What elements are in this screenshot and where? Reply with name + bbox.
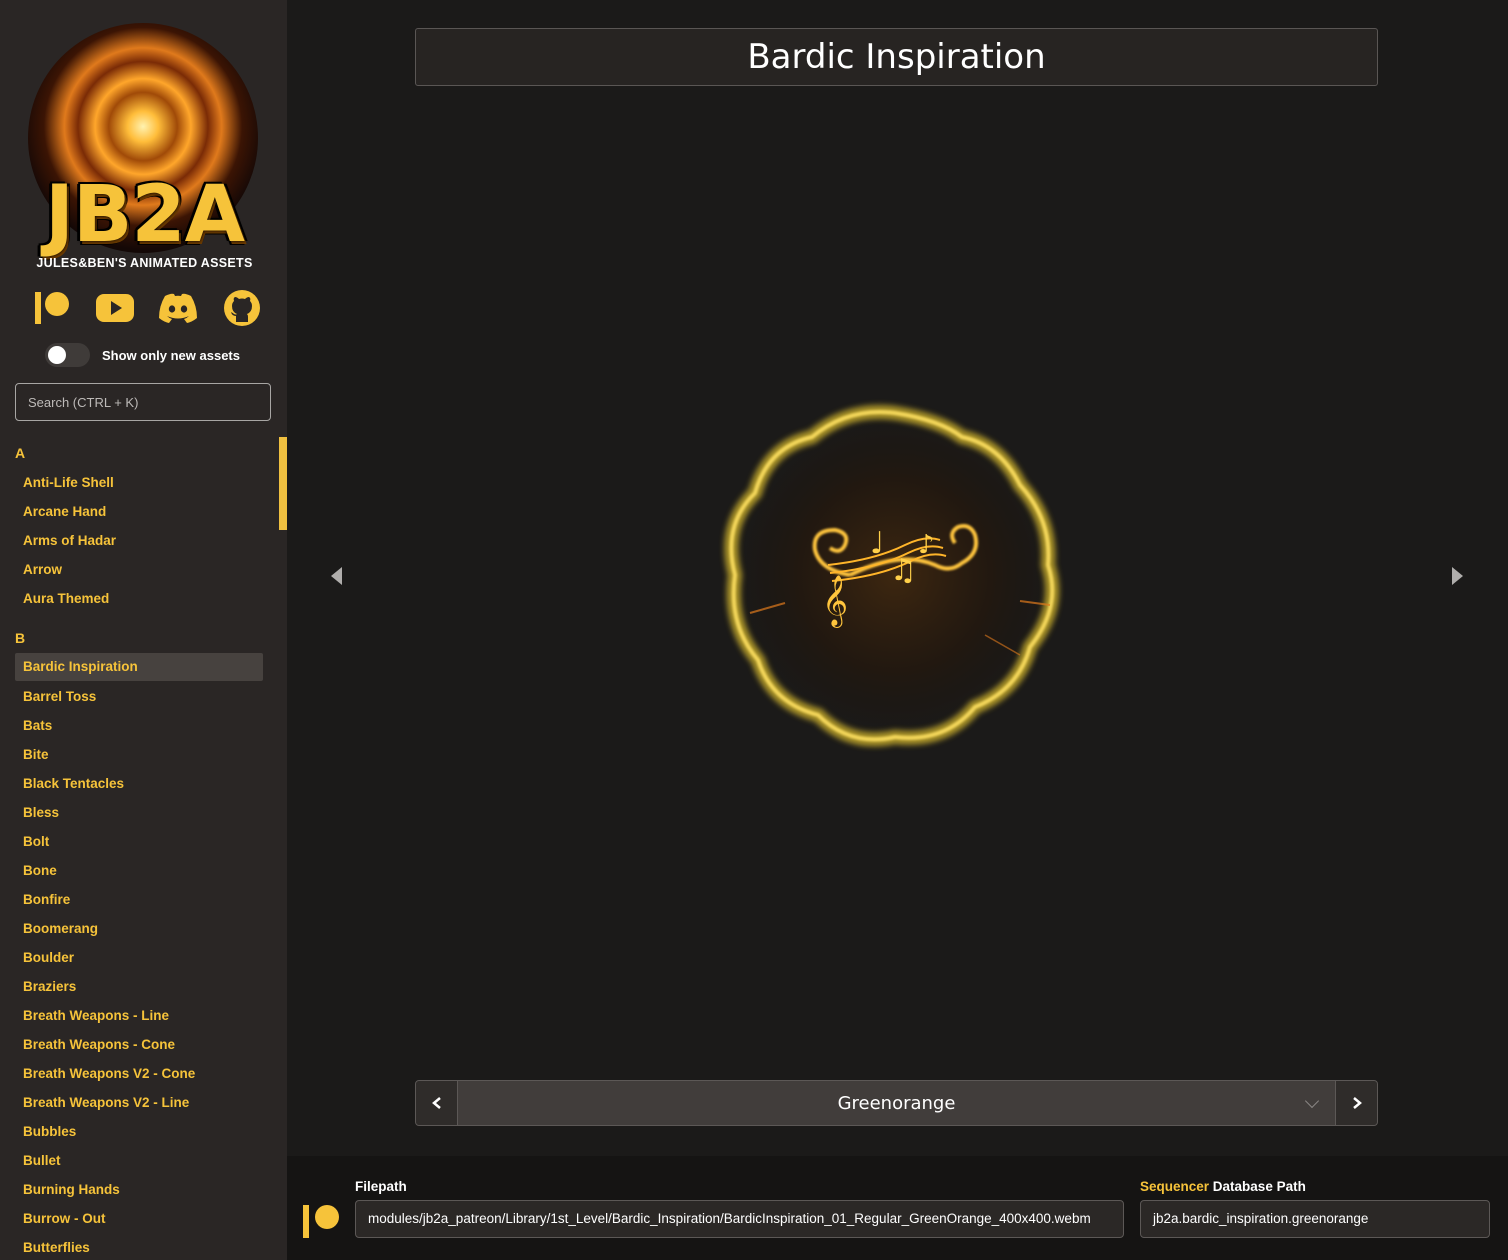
sidebar-item[interactable]: Bubbles bbox=[0, 1117, 287, 1146]
sidebar-item[interactable]: Black Tentacles bbox=[0, 769, 287, 798]
variant-dropdown[interactable]: Greenorange bbox=[458, 1081, 1335, 1125]
sidebar-item[interactable]: Breath Weapons - Cone bbox=[0, 1030, 287, 1059]
sidebar-item[interactable]: Barrel Toss bbox=[0, 682, 287, 711]
svg-text:♫: ♫ bbox=[890, 553, 917, 588]
db-path-label: Sequencer Database Path bbox=[1140, 1179, 1306, 1194]
sidebar-item[interactable]: Bullet bbox=[0, 1146, 287, 1175]
filepath-field[interactable]: modules/jb2a_patreon/Library/1st_Level/B… bbox=[355, 1200, 1124, 1238]
sidebar-item[interactable]: Breath Weapons V2 - Cone bbox=[0, 1059, 287, 1088]
chevron-down-icon bbox=[1304, 1093, 1320, 1109]
patreon-icon[interactable] bbox=[32, 289, 73, 327]
search-input[interactable] bbox=[15, 383, 271, 421]
toggle-label: Show only new assets bbox=[102, 347, 240, 363]
svg-text:♪: ♪ bbox=[918, 530, 935, 560]
svg-text:𝄞: 𝄞 bbox=[822, 575, 848, 628]
variant-selector: Greenorange bbox=[415, 1080, 1378, 1126]
sidebar-item[interactable]: Bats bbox=[0, 711, 287, 740]
asset-preview: 𝄞 ♩ ♫ ♪ bbox=[700, 385, 1100, 770]
previous-asset-arrow[interactable] bbox=[331, 567, 342, 585]
sidebar-item[interactable]: Bless bbox=[0, 798, 287, 827]
social-links bbox=[32, 288, 262, 328]
sidebar-item[interactable]: Boulder bbox=[0, 943, 287, 972]
jb2a-logo: JB2A JULES&BEN'S ANIMATED ASSETS bbox=[22, 20, 267, 275]
sidebar-item[interactable]: Arms of Hadar bbox=[0, 526, 287, 555]
asset-title: Bardic Inspiration bbox=[747, 37, 1046, 77]
new-assets-filter: Show only new assets bbox=[45, 343, 240, 367]
sidebar-item[interactable]: Arrow bbox=[0, 555, 287, 584]
sidebar-item[interactable]: Bonfire bbox=[0, 885, 287, 914]
asset-list[interactable]: A Anti-Life Shell Arcane Hand Arms of Hadar… bbox=[0, 437, 287, 1260]
sidebar-item[interactable]: Arcane Hand bbox=[0, 497, 287, 526]
sidebar-item[interactable]: Bone bbox=[0, 856, 287, 885]
sidebar-item[interactable]: Bolt bbox=[0, 827, 287, 856]
sidebar-item[interactable]: Bardic Inspiration bbox=[15, 653, 263, 681]
next-variant-button[interactable] bbox=[1335, 1081, 1377, 1125]
sidebar-item[interactable]: Aura Themed bbox=[0, 584, 287, 613]
sidebar-item[interactable]: Breath Weapons V2 - Line bbox=[0, 1088, 287, 1117]
logo-text: JB2A bbox=[44, 170, 245, 260]
filepath-label: Filepath bbox=[355, 1179, 407, 1194]
sidebar-item[interactable]: Braziers bbox=[0, 972, 287, 1001]
sidebar: JB2A JULES&BEN'S ANIMATED ASSETS Show on… bbox=[0, 0, 287, 1260]
new-assets-toggle[interactable] bbox=[45, 343, 90, 367]
asset-title-box: Bardic Inspiration bbox=[415, 28, 1378, 86]
sidebar-item[interactable]: Burning Hands bbox=[0, 1175, 287, 1204]
group-letter: A bbox=[15, 445, 26, 461]
sidebar-item[interactable]: Burrow - Out bbox=[0, 1204, 287, 1233]
youtube-icon[interactable] bbox=[95, 289, 136, 327]
db-path-field[interactable]: jb2a.bardic_inspiration.greenorange bbox=[1140, 1200, 1490, 1238]
sidebar-item[interactable]: Anti-Life Shell bbox=[0, 468, 287, 497]
group-letter: B bbox=[15, 630, 26, 646]
previous-variant-button[interactable] bbox=[416, 1081, 458, 1125]
discord-icon[interactable] bbox=[157, 289, 199, 327]
db-path-label-rest: Database Path bbox=[1212, 1179, 1306, 1194]
sidebar-item[interactable]: Butterflies bbox=[0, 1233, 287, 1260]
sidebar-item[interactable]: Breath Weapons - Line bbox=[0, 1001, 287, 1030]
logo-subtitle: JULES&BEN'S ANIMATED ASSETS bbox=[36, 256, 253, 270]
svg-text:♩: ♩ bbox=[870, 526, 884, 561]
sidebar-item[interactable]: Boomerang bbox=[0, 914, 287, 943]
sidebar-item[interactable]: Bite bbox=[0, 740, 287, 769]
next-asset-arrow[interactable] bbox=[1452, 567, 1463, 585]
toggle-knob bbox=[48, 346, 66, 364]
app-root: JB2A JULES&BEN'S ANIMATED ASSETS Show on… bbox=[0, 0, 1508, 1260]
db-path-label-accent: Sequencer bbox=[1140, 1179, 1210, 1194]
github-icon[interactable] bbox=[221, 289, 262, 327]
footer-bar: Filepath modules/jb2a_patreon/Library/1s… bbox=[287, 1156, 1508, 1260]
patreon-icon[interactable] bbox=[303, 1203, 345, 1239]
variant-dropdown-value: Greenorange bbox=[837, 1092, 956, 1114]
